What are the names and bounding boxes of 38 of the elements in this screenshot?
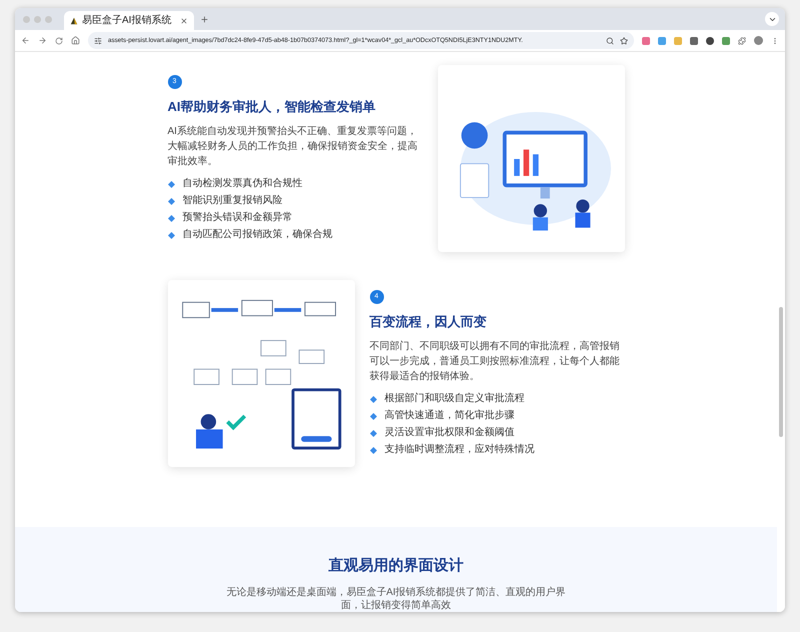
feature-point: 自动匹配公司报销政策，确保合规: [182, 228, 332, 242]
bullet-icon: [168, 232, 174, 239]
section-description: 无论是移动端还是桌面端，易臣盒子AI报销系统都提供了简洁、直观的用户界面，让报销变得简单高效: [225, 586, 567, 612]
new-tab-icon[interactable]: [200, 14, 209, 24]
section-title: 直观易用的界面设计: [328, 556, 464, 576]
profile-avatar[interactable]: [754, 36, 763, 45]
bullet-icon: [168, 198, 174, 205]
bullet-icon: [370, 430, 376, 437]
feature-description: AI系统能自动发现并预警抬头不正确、重复发票等问题，大幅减轻财务人员的工作负担，确保报销资金安全，提高审批效率。: [168, 124, 418, 170]
forward-icon[interactable]: [38, 36, 47, 45]
scrollbar-thumb[interactable]: [779, 307, 783, 437]
browser-tab[interactable]: 易臣盒子AI报销系统: [64, 11, 194, 30]
home-icon[interactable]: [71, 36, 80, 45]
favicon-icon: [70, 16, 78, 24]
feature-point: 灵活设置审批权限和金额阈值: [384, 426, 514, 440]
bullet-icon: [370, 412, 376, 420]
reload-icon[interactable]: [55, 36, 63, 44]
feature-description: 不同部门、不同职级可以拥有不同的审批流程，高管报销可以一步完成，普通员工则按照标准流程，让每个人都能获得最适合的报销体验。: [370, 340, 620, 384]
feature-point: 智能识别重复报销风险: [182, 194, 282, 208]
feature-point: 自动检测发票真伪和合规性: [182, 177, 302, 192]
extensions-icon[interactable]: [738, 36, 746, 44]
feature-point: 支持临时调整流程，应对特殊情况: [384, 443, 534, 458]
feature-title: AI帮助财务审批人，智能检查发销单: [168, 98, 376, 116]
bullet-icon: [168, 214, 174, 222]
tab-menu-button[interactable]: [765, 12, 779, 26]
back-icon[interactable]: [21, 36, 30, 45]
zoom-icon[interactable]: [606, 36, 614, 44]
close-icon[interactable]: [180, 16, 188, 24]
bullet-icon: [370, 446, 376, 454]
tab-title: 易臣盒子AI报销系统: [82, 14, 172, 28]
bullet-icon: [168, 180, 174, 188]
bullet-icon: [370, 396, 376, 403]
feature-title: 百变流程，因人而变: [370, 312, 488, 331]
site-settings-icon[interactable]: [94, 36, 102, 44]
feature-point: 根据部门和职级自定义审批流程: [384, 392, 524, 406]
feature-point: 高管快速通道，简化审批步骤: [384, 409, 514, 424]
bookmark-star-icon[interactable]: [620, 36, 628, 44]
feature-point: 预警抬头错误和金额异常: [182, 211, 292, 226]
